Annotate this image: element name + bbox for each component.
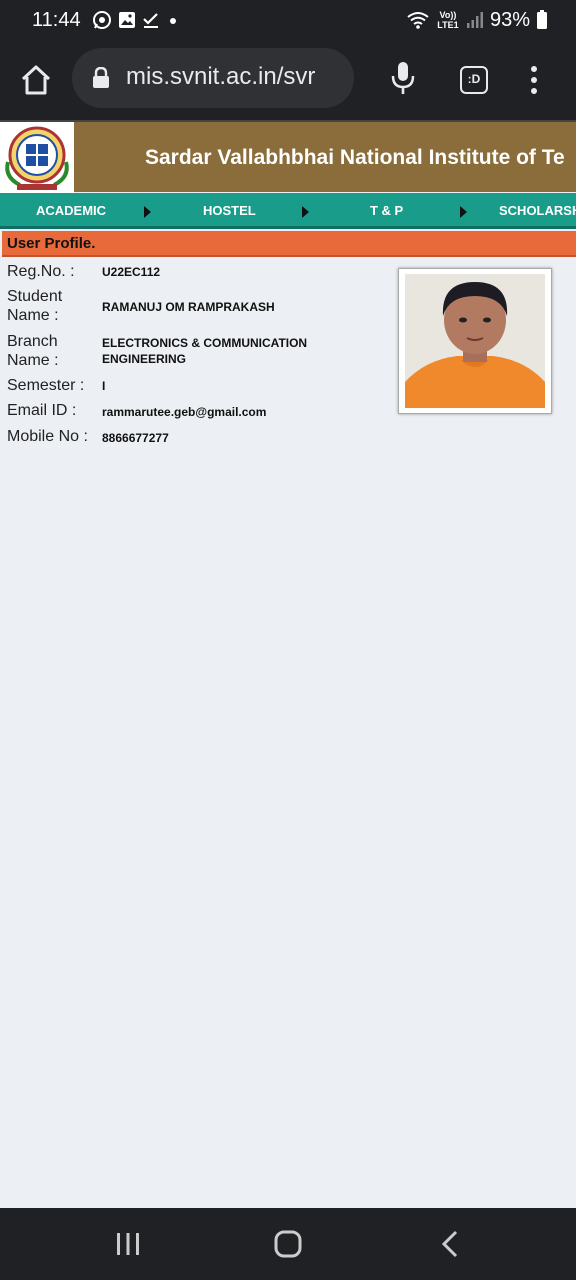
nav-arrow-icon bbox=[460, 206, 467, 218]
status-bar: 11:44 Vo)) LTE1 93% bbox=[0, 0, 576, 40]
web-page: Sardar Vallabhbhai National Institute of… bbox=[0, 120, 576, 1208]
address-bar[interactable]: mis.svnit.ac.in/svr bbox=[72, 48, 354, 108]
email-label: Email ID : bbox=[7, 402, 77, 419]
reg-no-value: U22EC112 bbox=[102, 265, 161, 279]
profile-heading: User Profile. bbox=[7, 235, 96, 252]
microphone-icon[interactable] bbox=[388, 60, 418, 96]
profile-heading-bar: User Profile. bbox=[2, 231, 576, 257]
url-text: mis.svnit.ac.in/svr bbox=[126, 63, 316, 90]
clock: 11:44 bbox=[32, 9, 81, 31]
system-icons: Vo)) LTE1 93% bbox=[406, 8, 548, 32]
home-nav-icon[interactable] bbox=[272, 1228, 304, 1260]
site-header: Sardar Vallabhbhai National Institute of… bbox=[0, 120, 576, 194]
site-nav: ACADEMIC HOSTEL T & P SCHOLARSH bbox=[0, 193, 576, 229]
nav-arrow-icon bbox=[302, 206, 309, 218]
recent-apps-icon[interactable] bbox=[114, 1230, 142, 1258]
semester-label: Semester : bbox=[7, 377, 85, 394]
profile-photo bbox=[398, 268, 552, 414]
lte-label: Vo)) LTE1 bbox=[437, 10, 459, 30]
battery-percent: 93% bbox=[489, 8, 530, 31]
institute-title: Sardar Vallabhbhai National Institute of… bbox=[145, 146, 565, 169]
semester-value: I bbox=[102, 379, 106, 393]
nav-tp[interactable]: T & P bbox=[370, 203, 403, 218]
signal-icon bbox=[466, 12, 483, 28]
notification-icons bbox=[92, 9, 180, 31]
email-value: rammarutee.geb@gmail.com bbox=[102, 405, 267, 419]
gallery-icon bbox=[119, 12, 135, 28]
branch-name-value: ELECTRONICS & COMMUNICATION ENGINEERING bbox=[102, 336, 308, 366]
student-name-label: Student Name : bbox=[7, 288, 63, 324]
nav-arrow-icon bbox=[144, 206, 151, 218]
reg-no-label: Reg.No. : bbox=[7, 263, 75, 280]
student-name-value: RAMANUJ OM RAMPRAKASH bbox=[102, 300, 275, 314]
mobile-label: Mobile No : bbox=[7, 428, 88, 445]
tab-switcher-button[interactable]: :D bbox=[460, 66, 488, 94]
dot-icon bbox=[170, 18, 176, 24]
mobile-value: 8866677277 bbox=[102, 431, 169, 445]
browser-toolbar: mis.svnit.ac.in/svr :D bbox=[0, 40, 576, 120]
more-menu-icon[interactable] bbox=[524, 64, 544, 96]
nav-academic[interactable]: ACADEMIC bbox=[36, 203, 106, 218]
back-icon[interactable] bbox=[436, 1228, 464, 1260]
battery-icon bbox=[537, 10, 547, 29]
nav-hostel[interactable]: HOSTEL bbox=[203, 203, 256, 218]
branch-name-label: Branch Name : bbox=[7, 333, 59, 369]
home-icon[interactable] bbox=[18, 62, 54, 98]
lock-icon bbox=[93, 67, 109, 88]
task-check-icon bbox=[143, 13, 158, 28]
wifi-icon bbox=[407, 12, 429, 29]
nav-scholarship[interactable]: SCHOLARSH bbox=[499, 203, 576, 218]
whatsapp-icon bbox=[93, 11, 111, 29]
institute-logo bbox=[0, 122, 74, 194]
system-navigation-bar bbox=[0, 1208, 576, 1280]
